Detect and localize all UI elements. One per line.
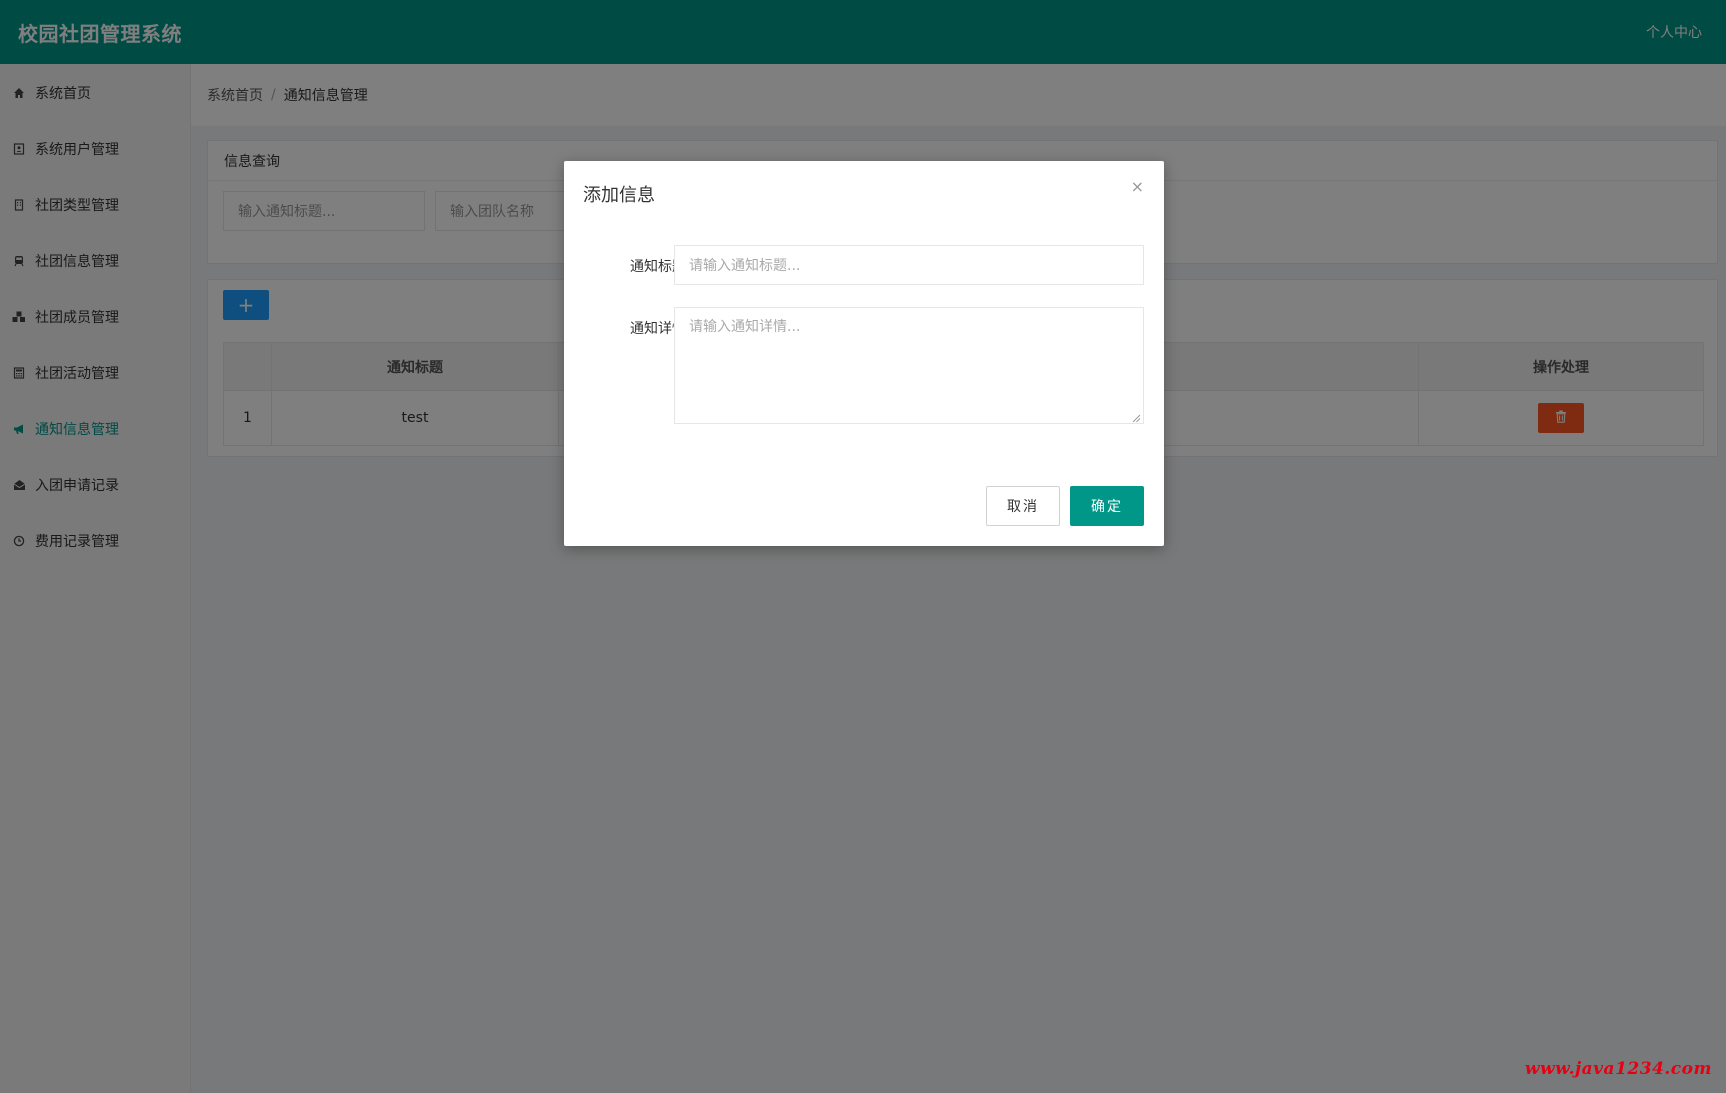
cancel-button[interactable]: 取消 bbox=[986, 486, 1060, 526]
modal-title: 添加信息 bbox=[583, 185, 655, 206]
notice-detail-placeholder: 请输入通知详情... bbox=[689, 319, 801, 335]
notice-title-input[interactable]: 请输入通知标题... bbox=[674, 245, 1144, 285]
close-icon[interactable]: × bbox=[1131, 177, 1144, 196]
add-info-modal: 添加信息 × 通知标题 请输入通知标题... 通知详情 请输入通知详情... 取… bbox=[564, 161, 1164, 546]
confirm-button[interactable]: 确定 bbox=[1070, 486, 1144, 526]
notice-detail-textarea[interactable]: 请输入通知详情... bbox=[674, 307, 1144, 424]
notice-detail-label: 通知详情 bbox=[630, 321, 686, 337]
modal-footer: 取消 确定 bbox=[986, 486, 1144, 526]
notice-title-label: 通知标题 bbox=[630, 259, 686, 275]
watermark: www.java1234.com bbox=[1524, 1059, 1712, 1079]
resize-handle-icon[interactable] bbox=[1131, 411, 1141, 423]
